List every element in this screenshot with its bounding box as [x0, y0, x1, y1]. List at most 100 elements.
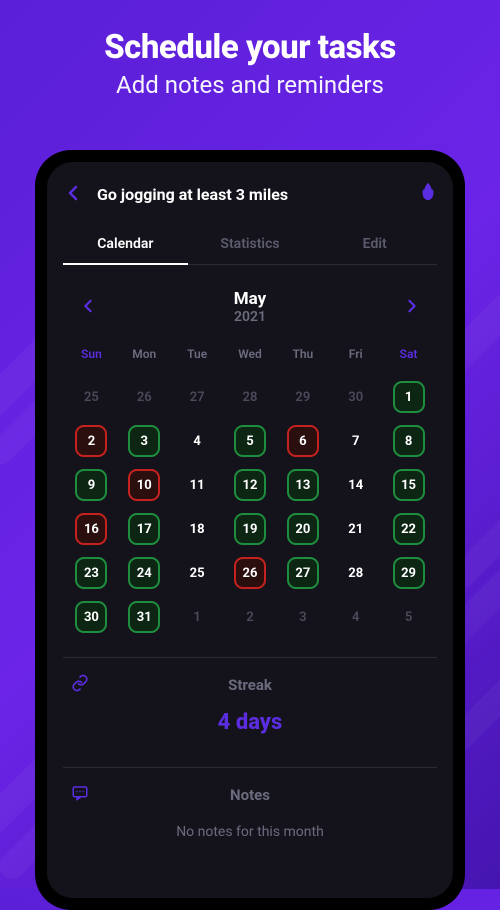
year-name: 2021 — [234, 309, 266, 325]
calendar-day[interactable]: 16 — [75, 513, 107, 545]
calendar-day[interactable]: 9 — [75, 469, 107, 501]
notes-label: Notes — [230, 786, 270, 804]
streak-fire-button[interactable] — [419, 182, 437, 207]
calendar-day[interactable]: 3 — [287, 601, 319, 633]
day-cell: 29 — [276, 375, 329, 419]
day-cell: 8 — [382, 419, 435, 463]
week-row: 25 26 27 28 29 30 1 — [65, 375, 435, 419]
calendar-day[interactable]: 22 — [393, 513, 425, 545]
notes-section: Notes No notes for this month — [63, 768, 437, 864]
tab-edit[interactable]: Edit — [312, 226, 437, 264]
next-month-button[interactable] — [399, 292, 425, 323]
tab-statistics[interactable]: Statistics — [188, 226, 313, 264]
day-cell: 29 — [382, 551, 435, 595]
back-button[interactable] — [63, 180, 83, 208]
day-cell: 6 — [276, 419, 329, 463]
day-cell: 1 — [171, 595, 224, 639]
day-cell: 5 — [224, 419, 277, 463]
calendar-day[interactable]: 30 — [340, 381, 372, 413]
calendar-day[interactable]: 20 — [287, 513, 319, 545]
calendar-grid: SunMonTueWedThuFriSat 252627282930123456… — [63, 347, 437, 639]
calendar-day[interactable]: 27 — [287, 557, 319, 589]
app-header: Go jogging at least 3 miles — [63, 180, 437, 208]
calendar-day[interactable]: 2 — [75, 425, 107, 457]
calendar-day[interactable]: 25 — [75, 381, 107, 413]
calendar-day[interactable]: 10 — [128, 469, 160, 501]
day-cell: 23 — [65, 551, 118, 595]
calendar-day[interactable]: 28 — [234, 381, 266, 413]
day-cell: 10 — [118, 463, 171, 507]
fire-icon — [419, 182, 437, 202]
day-cell: 30 — [329, 375, 382, 419]
calendar-day[interactable]: 27 — [181, 381, 213, 413]
calendar-day[interactable]: 8 — [393, 425, 425, 457]
calendar-day[interactable]: 15 — [393, 469, 425, 501]
calendar-day[interactable]: 30 — [75, 601, 107, 633]
streak-label: Streak — [228, 676, 272, 694]
calendar-day[interactable]: 11 — [181, 469, 213, 501]
calendar-day[interactable]: 14 — [340, 469, 372, 501]
calendar-day[interactable]: 29 — [393, 557, 425, 589]
calendar-day[interactable]: 28 — [340, 557, 372, 589]
chevron-left-icon — [83, 299, 93, 313]
hero-subtitle: Add notes and reminders — [20, 71, 480, 99]
notes-icon — [71, 784, 89, 807]
calendar-day[interactable]: 5 — [393, 601, 425, 633]
calendar-day[interactable]: 2 — [234, 601, 266, 633]
calendar-day[interactable]: 21 — [340, 513, 372, 545]
calendar-day[interactable]: 1 — [181, 601, 213, 633]
calendar-day[interactable]: 29 — [287, 381, 319, 413]
calendar-day[interactable]: 7 — [340, 425, 372, 457]
calendar-day[interactable]: 6 — [287, 425, 319, 457]
day-cell: 19 — [224, 507, 277, 551]
app-screen: Go jogging at least 3 miles Calendar Sta… — [47, 162, 453, 898]
day-cell: 25 — [65, 375, 118, 419]
calendar-day[interactable]: 4 — [181, 425, 213, 457]
calendar-day[interactable]: 23 — [75, 557, 107, 589]
weekday-label: Sat — [382, 347, 435, 375]
calendar-day[interactable]: 31 — [128, 601, 160, 633]
tab-calendar[interactable]: Calendar — [63, 226, 188, 264]
weekday-label: Sun — [65, 347, 118, 375]
calendar-day[interactable]: 3 — [128, 425, 160, 457]
week-row: 30 31 12345 — [65, 595, 435, 639]
day-cell: 20 — [276, 507, 329, 551]
day-cell: 18 — [171, 507, 224, 551]
calendar-day[interactable]: 25 — [181, 557, 213, 589]
calendar-day[interactable]: 4 — [340, 601, 372, 633]
day-cell: 9 — [65, 463, 118, 507]
weekday-label: Tue — [171, 347, 224, 375]
prev-month-button[interactable] — [75, 292, 101, 323]
month-navigation: May 2021 — [63, 289, 437, 325]
week-row: 9 10 11 12 13 14 15 — [65, 463, 435, 507]
calendar-day[interactable]: 1 — [393, 381, 425, 413]
calendar-day[interactable]: 12 — [234, 469, 266, 501]
day-cell: 2 — [224, 595, 277, 639]
calendar-day[interactable]: 5 — [234, 425, 266, 457]
calendar-day[interactable]: 13 — [287, 469, 319, 501]
day-cell: 26 — [118, 375, 171, 419]
day-cell: 26 — [224, 551, 277, 595]
calendar-day[interactable]: 18 — [181, 513, 213, 545]
calendar-day[interactable]: 19 — [234, 513, 266, 545]
week-row: 16 17 18 19 20 21 22 — [65, 507, 435, 551]
calendar-day[interactable]: 24 — [128, 557, 160, 589]
calendar-day[interactable]: 26 — [234, 557, 266, 589]
chevron-right-icon — [407, 299, 417, 313]
day-cell: 27 — [171, 375, 224, 419]
calendar-day[interactable]: 17 — [128, 513, 160, 545]
day-cell: 4 — [329, 595, 382, 639]
weekday-label: Fri — [329, 347, 382, 375]
day-cell: 24 — [118, 551, 171, 595]
calendar-day[interactable]: 26 — [128, 381, 160, 413]
day-cell: 12 — [224, 463, 277, 507]
month-name: May — [234, 289, 266, 309]
phone-frame: Go jogging at least 3 miles Calendar Sta… — [35, 150, 465, 910]
day-cell: 3 — [118, 419, 171, 463]
tabs: Calendar Statistics Edit — [63, 226, 437, 265]
streak-section: Streak 4 days — [63, 658, 437, 749]
notes-empty-text: No notes for this month — [63, 820, 437, 850]
day-cell: 2 — [65, 419, 118, 463]
weekday-label: Thu — [276, 347, 329, 375]
day-cell: 16 — [65, 507, 118, 551]
